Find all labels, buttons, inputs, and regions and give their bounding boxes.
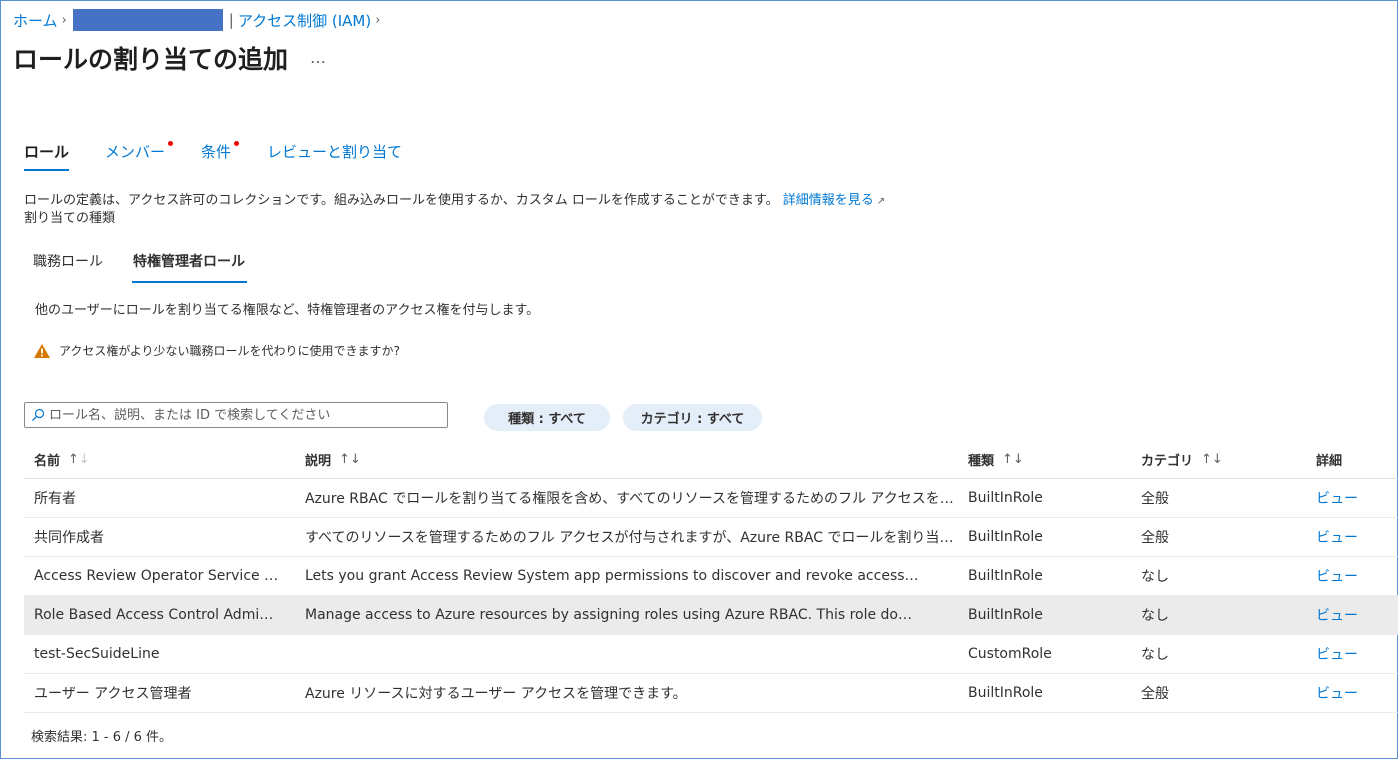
header-description[interactable]: 説明 ↑↓: [305, 440, 961, 478]
role-description: Manage access to Azure resources by assi…: [305, 607, 912, 623]
sort-icon: ↑↓: [68, 451, 90, 467]
learn-more-link[interactable]: 詳細情報を見る: [783, 193, 874, 208]
result-count: 検索結果: 1 - 6 / 6 件。: [31, 730, 173, 745]
role-type: BuiltInRole: [968, 685, 1043, 701]
role-type: BuiltInRole: [968, 607, 1043, 623]
header-name[interactable]: 名前 ↑↓: [34, 440, 299, 478]
table-row-selected[interactable]: Role Based Access Control Admi… Manage a…: [24, 596, 1398, 635]
role-type: BuiltInRole: [968, 529, 1043, 545]
view-link[interactable]: ビュー: [1316, 527, 1358, 547]
header-category[interactable]: カテゴリ ↑↓: [1141, 440, 1291, 478]
tab-label: 条件: [201, 143, 232, 161]
role-type: CustomRole: [968, 646, 1052, 662]
role-name: test-SecSuideLine: [34, 646, 160, 662]
warning-icon: [34, 343, 50, 358]
required-dot-icon: [234, 141, 240, 146]
header-type[interactable]: 種類 ↑↓: [968, 440, 1128, 478]
external-link-icon: ↗: [876, 196, 886, 207]
role-description: Azure RBAC でロールを割り当てる権限を含め、すべてのリソースを管理する…: [305, 491, 961, 507]
privileged-roles-description: 他のユーザーにロールを割り当てる権限など、特権管理者のアクセス権を付与します。: [35, 303, 540, 318]
assignment-type-label: 割り当ての種類: [24, 211, 116, 226]
table-row[interactable]: 共同作成者 すべてのリソースを管理するためのフル アクセスが付与されますが、Az…: [24, 518, 1398, 557]
view-link[interactable]: ビュー: [1316, 605, 1358, 625]
table-row[interactable]: Access Review Operator Service … Lets yo…: [24, 557, 1398, 596]
role-type: BuiltInRole: [968, 568, 1043, 584]
breadcrumb: ホーム › | アクセス制御 (IAM) ›: [13, 9, 384, 31]
description-text: ロールの定義は、アクセス許可のコレクションです。組み込みロールを使用するか、カス…: [24, 193, 779, 208]
more-options-icon[interactable]: …: [310, 48, 327, 67]
sort-icon: ↑↓: [1201, 451, 1223, 467]
table-header-row: 名前 ↑↓ 説明 ↑↓ 種類 ↑↓ カテゴリ ↑↓ 詳細: [24, 440, 1398, 479]
header-label: 説明: [305, 453, 332, 469]
sort-icon: ↑↓: [339, 451, 361, 467]
search-input[interactable]: [45, 407, 439, 423]
header-label: 詳細: [1316, 453, 1343, 469]
search-icon: [32, 408, 45, 421]
view-link[interactable]: ビュー: [1316, 566, 1358, 586]
page-title: ロールの割り当ての追加: [13, 45, 289, 74]
table-row[interactable]: ユーザー アクセス管理者 Azure リソースに対するユーザー アクセスを管理で…: [24, 674, 1398, 713]
required-dot-icon: [168, 141, 174, 146]
role-category: なし: [1141, 608, 1169, 624]
chevron-right-icon: ›: [375, 12, 381, 28]
role-name: Role Based Access Control Admi…: [34, 607, 274, 623]
role-name: ユーザー アクセス管理者: [34, 686, 192, 702]
view-link[interactable]: ビュー: [1316, 683, 1358, 703]
tab-label: ロール: [24, 143, 70, 161]
role-name: 共同作成者: [34, 530, 104, 546]
tab-privileged-admin-roles[interactable]: 特権管理者ロール: [132, 251, 247, 283]
roles-table: 名前 ↑↓ 説明 ↑↓ 種類 ↑↓ カテゴリ ↑↓ 詳細 所有者 Azure R…: [24, 440, 1398, 713]
table-row[interactable]: 所有者 Azure RBAC でロールを割り当てる権限を含め、すべてのリソースを…: [24, 479, 1398, 518]
tab-label: レビューと割り当て: [267, 143, 403, 161]
role-description: すべてのリソースを管理するためのフル アクセスが付与されますが、Azure RB…: [305, 530, 961, 546]
role-name: Access Review Operator Service …: [34, 568, 279, 584]
tab-conditions[interactable]: 条件: [201, 141, 240, 171]
role-category: 全般: [1141, 686, 1169, 702]
warning-message: アクセス権がより少ない職務ロールを代わりに使用できますか?: [33, 342, 400, 359]
header-label: カテゴリ: [1141, 453, 1194, 469]
header-label: 名前: [34, 453, 61, 469]
chevron-right-icon: ›: [61, 12, 67, 28]
role-description: Lets you grant Access Review System app …: [305, 568, 919, 584]
role-category: 全般: [1141, 491, 1169, 507]
tab-members[interactable]: メンバー: [105, 141, 174, 171]
tab-role[interactable]: ロール: [24, 141, 70, 171]
assignment-type-tabs: 職務ロール 特権管理者ロール: [33, 251, 276, 283]
search-box: [24, 402, 448, 428]
category-filter-pill[interactable]: カテゴリ : すべて: [623, 404, 762, 431]
role-category: なし: [1141, 569, 1169, 585]
tab-job-function-roles[interactable]: 職務ロール: [33, 251, 103, 283]
view-link[interactable]: ビュー: [1316, 488, 1358, 508]
role-category: なし: [1141, 647, 1169, 663]
wizard-tabs: ロール メンバー 条件 レビューと割り当て: [24, 141, 438, 171]
breadcrumb-divider: |: [228, 11, 234, 29]
breadcrumb-iam[interactable]: アクセス制御 (IAM): [238, 10, 371, 31]
table-row[interactable]: test-SecSuideLine CustomRole なし ビュー: [24, 635, 1398, 674]
role-definition-description: ロールの定義は、アクセス許可のコレクションです。組み込みロールを使用するか、カス…: [24, 189, 885, 208]
role-name: 所有者: [34, 491, 76, 507]
type-filter-pill[interactable]: 種類 : すべて: [484, 404, 610, 431]
tab-label: メンバー: [105, 143, 166, 161]
role-description: Azure リソースに対するユーザー アクセスを管理できます。: [305, 686, 687, 702]
header-details: 詳細: [1316, 440, 1386, 478]
role-type: BuiltInRole: [968, 490, 1043, 506]
sort-icon: ↑↓: [1002, 451, 1024, 467]
warning-text: アクセス権がより少ない職務ロールを代わりに使用できますか?: [59, 344, 400, 358]
breadcrumb-home[interactable]: ホーム: [13, 10, 58, 31]
view-link[interactable]: ビュー: [1316, 644, 1358, 664]
tab-review-assign[interactable]: レビューと割り当て: [267, 141, 402, 171]
role-category: 全般: [1141, 530, 1169, 546]
redacted-resource-name: [72, 9, 223, 31]
header-label: 種類: [968, 453, 995, 469]
